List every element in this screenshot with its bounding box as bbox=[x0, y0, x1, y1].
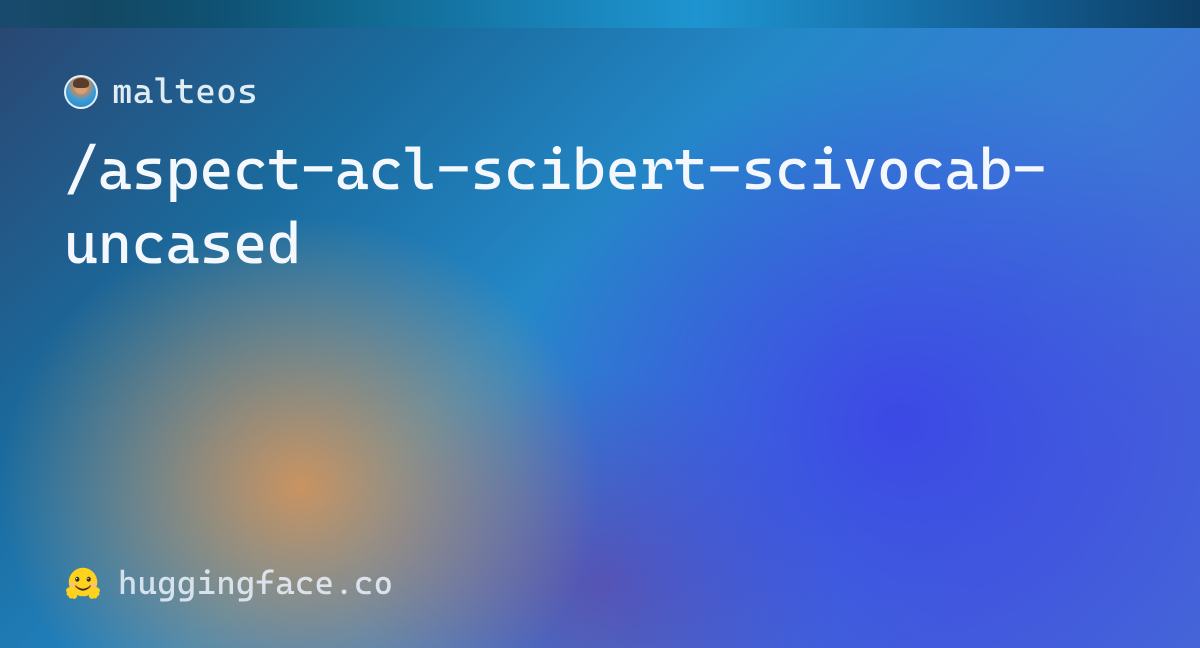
username: malteos bbox=[112, 72, 258, 112]
huggingface-logo-icon bbox=[64, 564, 102, 602]
footer: huggingface.co bbox=[64, 563, 393, 602]
model-path-title: /aspect-acl-scibert-scivocab-uncased bbox=[64, 132, 1134, 280]
domain-text: huggingface.co bbox=[118, 563, 393, 602]
user-row: malteos bbox=[64, 72, 1136, 112]
content-container: malteos /aspect-acl-scibert-scivocab-unc… bbox=[0, 0, 1200, 648]
user-avatar bbox=[64, 75, 98, 109]
